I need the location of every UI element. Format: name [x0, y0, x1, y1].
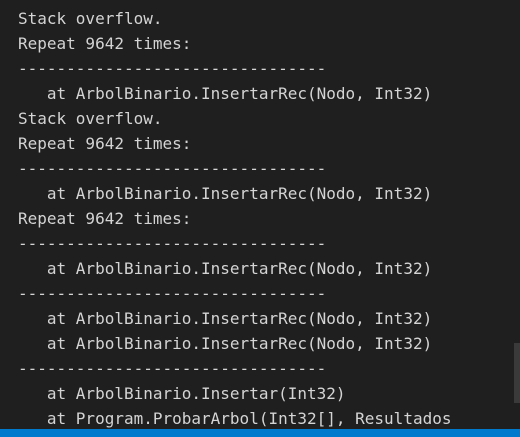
- terminal-output: Stack overflow. Repeat 9642 times: -----…: [18, 6, 520, 431]
- terminal-line: --------------------------------: [18, 284, 327, 303]
- terminal-line: --------------------------------: [18, 59, 327, 78]
- terminal-line: Stack overflow.: [18, 109, 163, 128]
- terminal-line: at ArbolBinario.Insertar(Int32): [18, 384, 346, 403]
- terminal-line: Stack overflow.: [18, 9, 163, 28]
- terminal-line: --------------------------------: [18, 359, 327, 378]
- terminal-line: Repeat 9642 times:: [18, 209, 192, 228]
- terminal-line: at ArbolBinario.InsertarRec(Nodo, Int32): [18, 84, 433, 103]
- terminal-line: Repeat 9642 times:: [18, 34, 192, 53]
- scrollbar-thumb[interactable]: [514, 343, 520, 403]
- terminal-line: --------------------------------: [18, 234, 327, 253]
- terminal-line: at ArbolBinario.InsertarRec(Nodo, Int32): [18, 259, 433, 278]
- terminal-line: Repeat 9642 times:: [18, 134, 192, 153]
- terminal-line: at ArbolBinario.InsertarRec(Nodo, Int32): [18, 184, 433, 203]
- terminal-line: --------------------------------: [18, 159, 327, 178]
- terminal-line: at Program.ProbarArbol(Int32[], Resultad…: [18, 409, 452, 428]
- vertical-scrollbar[interactable]: [514, 0, 520, 429]
- terminal-line: at ArbolBinario.InsertarRec(Nodo, Int32): [18, 334, 433, 353]
- status-bar: [0, 429, 520, 437]
- terminal-panel[interactable]: Stack overflow. Repeat 9642 times: -----…: [0, 0, 520, 437]
- terminal-line: at ArbolBinario.InsertarRec(Nodo, Int32): [18, 309, 433, 328]
